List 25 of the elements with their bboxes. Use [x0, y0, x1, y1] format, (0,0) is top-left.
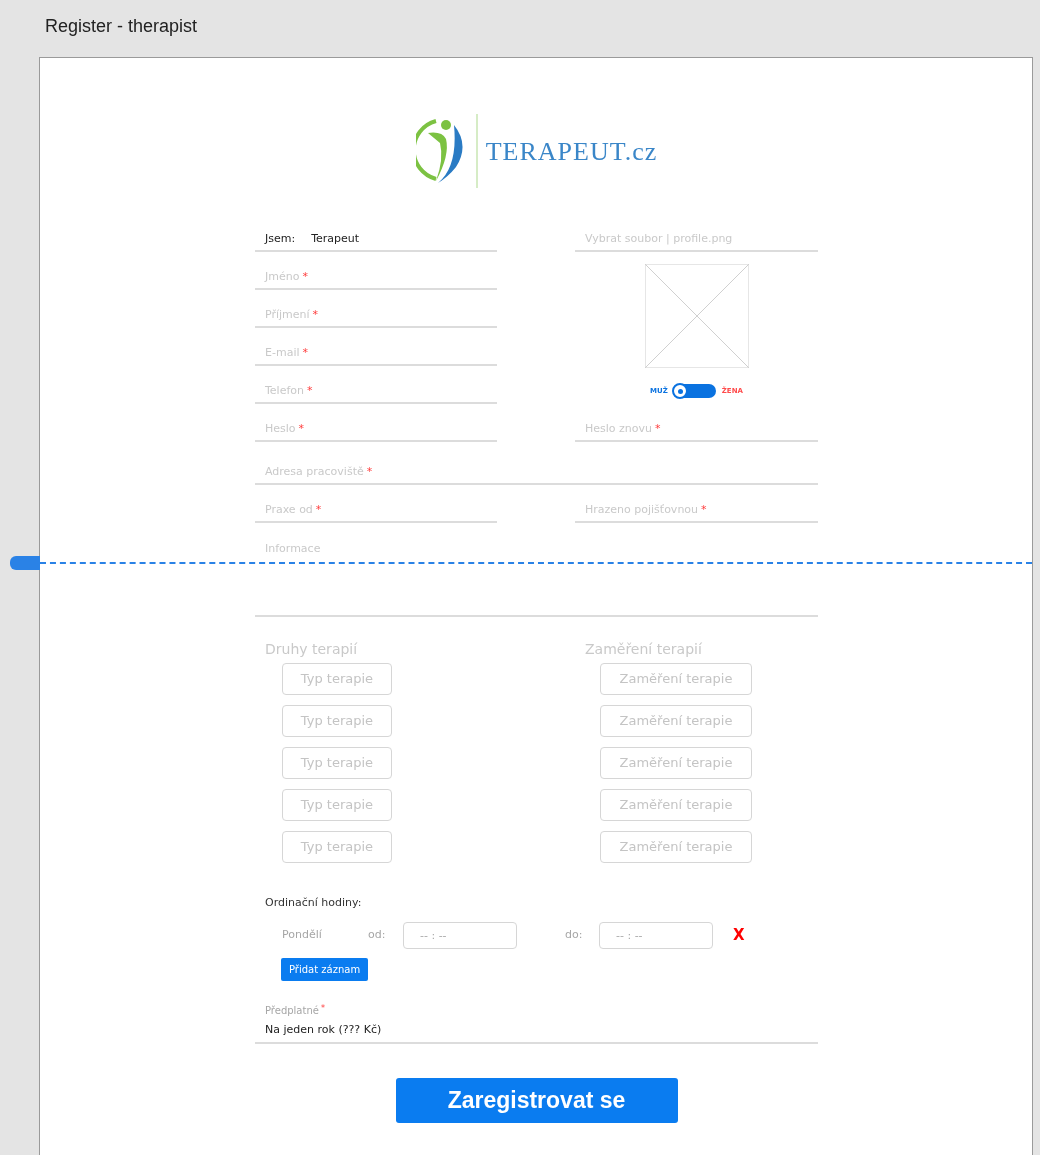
therapy-focus-button[interactable]: Zaměření terapie	[600, 789, 752, 821]
day-label: Pondělí	[282, 926, 323, 943]
register-button[interactable]: Zaregistrovat se	[395, 1077, 678, 1123]
therapy-focus-button[interactable]: Zaměření terapie	[600, 831, 752, 863]
time-field[interactable]: -- : --	[599, 921, 713, 949]
subscription-select[interactable]: Na jeden rok (??? Kč)	[255, 1017, 818, 1044]
therapy-type-button[interactable]: Typ terapie	[282, 789, 392, 821]
remove-button[interactable]: X	[729, 923, 749, 947]
gender-switch[interactable]	[673, 384, 716, 398]
therapy-focus-button[interactable]: Zaměření terapie	[600, 663, 752, 695]
field-label: do:	[565, 926, 584, 943]
therapy-type-button[interactable]: Typ terapie	[282, 663, 392, 695]
add-record-button[interactable]: Přidat záznam	[281, 957, 369, 981]
role-select[interactable]: Jsem: Terapeut	[255, 214, 497, 252]
section-label: Ordinační hodiny:	[265, 895, 363, 911]
logo-text: TERAPEUT.cz	[485, 135, 658, 168]
therapy-type-button[interactable]: Typ terapie	[282, 705, 392, 737]
therapy-focus-button[interactable]: Zaměření terapie	[600, 747, 752, 779]
therapy-focus-button[interactable]: Zaměření terapie	[600, 705, 752, 737]
field-label: od:	[368, 926, 387, 943]
therapy-type-button[interactable]: Typ terapie	[282, 831, 392, 863]
field-label: Předplatné *	[265, 1002, 326, 1018]
window-title: Register - therapist	[44, 15, 199, 38]
therapy-type-button[interactable]: Typ terapie	[282, 747, 392, 779]
time-field[interactable]: -- : --	[403, 921, 517, 949]
